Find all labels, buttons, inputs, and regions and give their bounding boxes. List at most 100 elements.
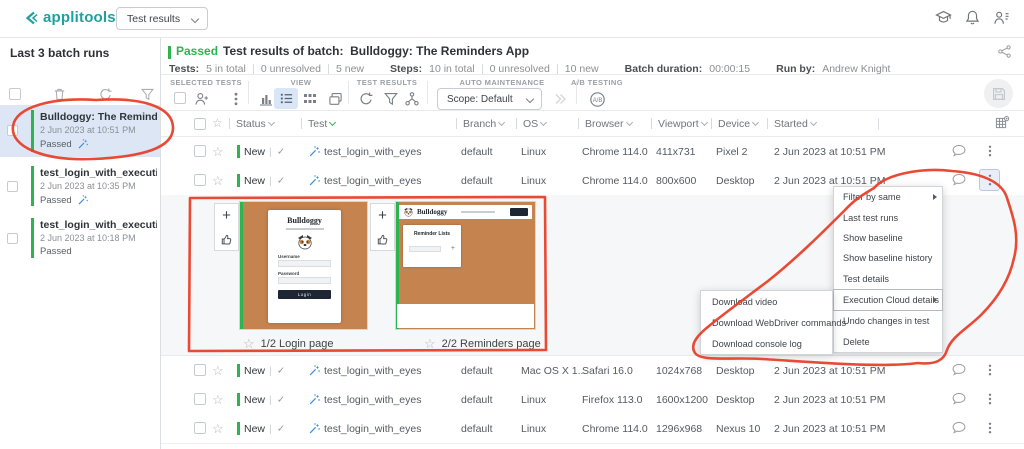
logo-text-primary: applitools bbox=[43, 9, 116, 26]
row-menu-button[interactable] bbox=[979, 417, 1000, 439]
batch-item-test-login-2[interactable]: test_login_with_execution... 2 Jun 2023 … bbox=[0, 213, 160, 263]
menu-item-execution-cloud-details[interactable]: Execution Cloud details bbox=[833, 289, 943, 311]
refresh-batches-icon[interactable] bbox=[98, 87, 113, 102]
column-header-viewport[interactable]: Viewport bbox=[651, 118, 707, 130]
select-all-batches-checkbox[interactable] bbox=[9, 88, 21, 100]
grid-view-icon[interactable] bbox=[302, 91, 318, 107]
batch-checkbox[interactable] bbox=[7, 233, 18, 244]
comment-icon[interactable] bbox=[951, 391, 967, 406]
notifications-bell-icon[interactable] bbox=[964, 9, 981, 26]
star-icon[interactable]: ☆ bbox=[212, 421, 224, 437]
batch-item-bulldoggy[interactable]: Bulldoggy: The Reminders ... 2 Jun 2023 … bbox=[0, 105, 160, 157]
test-row-3[interactable]: ☆ New | ✓ test_login_with_eyes default M… bbox=[161, 356, 1024, 386]
row-checkbox[interactable] bbox=[194, 145, 206, 157]
star-icon[interactable]: ☆ bbox=[243, 336, 255, 352]
batch-checkbox[interactable] bbox=[7, 181, 18, 192]
select-all-tests-checkbox[interactable] bbox=[174, 92, 186, 104]
preview-subtitle-line bbox=[461, 211, 495, 213]
table-settings-icon[interactable] bbox=[994, 115, 1010, 131]
ab-testing-icon[interactable] bbox=[589, 91, 606, 108]
menu-item-test-details[interactable]: Test details bbox=[834, 269, 942, 289]
thumbs-up-icon[interactable] bbox=[376, 232, 390, 246]
chevron-down-icon bbox=[526, 95, 534, 103]
star-icon[interactable]: ☆ bbox=[212, 144, 224, 160]
test-name[interactable]: test_login_with_eyes bbox=[324, 394, 421, 406]
delete-batch-icon[interactable] bbox=[52, 87, 67, 102]
status-check-icon: ✓ bbox=[277, 394, 285, 405]
menu-item-download-console-log[interactable]: Download console log bbox=[701, 333, 832, 354]
row-menu-button-active[interactable] bbox=[979, 169, 1000, 191]
star-icon[interactable]: ☆ bbox=[212, 392, 224, 408]
more-actions-kebab-icon[interactable] bbox=[228, 91, 244, 107]
row-checkbox[interactable] bbox=[194, 364, 206, 376]
star-icon[interactable]: ☆ bbox=[424, 336, 436, 352]
viewport-cell: 1024x768 bbox=[656, 365, 702, 377]
account-icon[interactable] bbox=[993, 9, 1010, 26]
zoom-step-icon[interactable]: + bbox=[222, 208, 231, 223]
test-row-5[interactable]: ☆ New | ✓ test_login_with_eyes default L… bbox=[161, 414, 1024, 444]
comment-icon[interactable] bbox=[951, 172, 967, 187]
row-menu-button[interactable] bbox=[979, 359, 1000, 381]
batch-checkbox[interactable] bbox=[7, 125, 18, 136]
scope-dropdown[interactable]: Scope: Default bbox=[437, 88, 542, 110]
column-header-os[interactable]: OS bbox=[516, 118, 546, 130]
device-cell: Pixel 2 bbox=[716, 146, 748, 158]
step-1-actions: + bbox=[214, 203, 239, 251]
row-checkbox[interactable] bbox=[194, 393, 206, 405]
batch-sidebar: Last 3 batch runs Bulldoggy: The Reminde… bbox=[0, 37, 161, 449]
list-view-button-selected[interactable] bbox=[274, 88, 298, 109]
batch-item-test-login-1[interactable]: test_login_with_execution... 2 Jun 2023 … bbox=[0, 161, 160, 211]
test-name[interactable]: test_login_with_eyes bbox=[324, 423, 421, 435]
column-header-browser[interactable]: Browser bbox=[578, 118, 632, 130]
comment-icon[interactable] bbox=[951, 362, 967, 377]
test-row-1[interactable]: ☆ New | ✓ test_login_with_eyes default L… bbox=[161, 137, 1024, 167]
apply-maintenance-icon[interactable] bbox=[552, 91, 568, 107]
refresh-results-icon[interactable] bbox=[358, 91, 374, 107]
applitools-eyes-app: applitools eyes Test results Last 3 batc… bbox=[0, 0, 1024, 449]
comment-icon[interactable] bbox=[951, 143, 967, 158]
test-name[interactable]: test_login_with_eyes bbox=[324, 175, 421, 187]
batch-status-label: Passed bbox=[40, 139, 72, 150]
menu-item-download-video[interactable]: Download video bbox=[701, 291, 832, 312]
menu-item-show-baseline[interactable]: Show baseline bbox=[834, 228, 942, 248]
save-button[interactable] bbox=[984, 79, 1013, 108]
row-checkbox[interactable] bbox=[194, 174, 206, 186]
column-header-started[interactable]: Started bbox=[767, 118, 816, 130]
filter-results-icon[interactable] bbox=[383, 91, 399, 107]
summary-view-icon[interactable] bbox=[258, 91, 274, 107]
row-menu-button[interactable] bbox=[979, 388, 1000, 410]
star-icon[interactable]: ☆ bbox=[212, 363, 224, 379]
column-header-branch[interactable]: Branch bbox=[456, 118, 504, 130]
page-nav-dropdown[interactable]: Test results bbox=[116, 7, 208, 30]
preview-username-input bbox=[278, 260, 331, 267]
menu-item-undo-changes[interactable]: Undo changes in test bbox=[834, 311, 942, 331]
zoom-step-icon[interactable]: + bbox=[378, 208, 387, 223]
select-all-rows-checkbox[interactable] bbox=[194, 118, 206, 130]
filter-batches-icon[interactable] bbox=[140, 87, 155, 102]
column-header-device[interactable]: Device bbox=[711, 118, 758, 130]
row-checkbox[interactable] bbox=[194, 422, 206, 434]
star-icon[interactable]: ☆ bbox=[212, 173, 224, 189]
column-header-test[interactable]: Test bbox=[301, 118, 335, 130]
education-icon[interactable] bbox=[935, 9, 952, 26]
row-menu-button[interactable] bbox=[979, 140, 1000, 162]
thumbs-up-icon[interactable] bbox=[220, 232, 234, 246]
test-row-4[interactable]: ☆ New | ✓ test_login_with_eyes default L… bbox=[161, 385, 1024, 415]
comment-icon[interactable] bbox=[951, 420, 967, 435]
group-results-icon[interactable] bbox=[404, 91, 420, 107]
compare-view-icon[interactable] bbox=[327, 91, 344, 107]
menu-item-delete[interactable]: Delete bbox=[834, 332, 942, 352]
step-thumbnail-reminders-page[interactable]: Bulldoggy Reminder Lists + bbox=[395, 201, 536, 330]
viewport-cell: 1296x968 bbox=[656, 423, 702, 435]
menu-item-show-baseline-history[interactable]: Show baseline history bbox=[834, 248, 942, 268]
test-name[interactable]: test_login_with_eyes bbox=[324, 146, 421, 158]
test-name[interactable]: test_login_with_eyes bbox=[324, 365, 421, 377]
menu-item-filter-by-same[interactable]: Filter by same bbox=[834, 187, 942, 207]
menu-item-download-webdriver-commands[interactable]: Download WebDriver commands bbox=[701, 312, 832, 333]
menu-item-last-test-runs[interactable]: Last test runs bbox=[834, 207, 942, 227]
column-header-status[interactable]: Status bbox=[229, 118, 274, 130]
step-thumbnail-login-page[interactable]: Bulldoggy Username Password Login bbox=[239, 201, 368, 330]
assign-user-icon[interactable] bbox=[194, 91, 210, 107]
share-icon[interactable] bbox=[997, 44, 1012, 59]
step-caption-text: 1/2 Login page bbox=[261, 338, 334, 350]
